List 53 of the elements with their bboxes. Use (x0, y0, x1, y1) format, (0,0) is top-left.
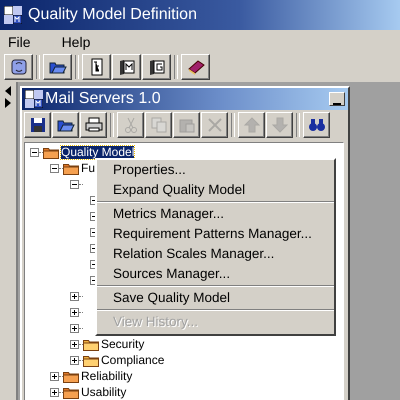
tree-item[interactable]: Quality Model (61, 146, 134, 158)
collapse-toggle[interactable] (70, 180, 79, 188)
expand-toggle[interactable] (70, 292, 79, 300)
menu-item[interactable]: Relation Scales Manager... (97, 244, 334, 264)
folder-icon (63, 370, 79, 382)
menu-item[interactable]: Properties... (97, 160, 334, 180)
app-icon (4, 6, 22, 24)
toolbar-button[interactable] (52, 112, 79, 138)
toolbar-button[interactable] (303, 112, 330, 138)
toolbar-button[interactable] (43, 54, 72, 80)
tree-item[interactable]: Security (101, 338, 144, 350)
menu-item[interactable]: Save Quality Model (97, 288, 334, 308)
expand-toggle[interactable] (70, 356, 79, 364)
tree-item[interactable]: Usability (81, 386, 126, 398)
window-title: Quality Model Definition (28, 6, 197, 24)
toolbar-button[interactable] (82, 54, 111, 80)
folder-icon (43, 146, 59, 158)
menu-bar-item[interactable]: File (0, 34, 42, 50)
expand-toggle[interactable] (70, 308, 79, 316)
copy-icon (148, 115, 168, 135)
folder-icon (83, 354, 99, 366)
toolbar-button[interactable] (80, 112, 107, 138)
toolbar-button[interactable] (4, 54, 33, 80)
menu-item[interactable]: Requirement Patterns Manager... (97, 224, 334, 244)
toolbar-button[interactable] (142, 54, 171, 80)
document-title: Mail Servers 1.0 (45, 90, 162, 108)
minimize-button[interactable] (329, 92, 345, 106)
menu-item[interactable]: Expand Quality Model (97, 180, 334, 200)
toolbar-button[interactable] (181, 54, 210, 80)
expand-toggle[interactable] (50, 372, 59, 380)
minimize-icon (333, 103, 341, 105)
tree-item[interactable]: Fu (81, 162, 96, 174)
tree-item[interactable]: Reliability (81, 370, 132, 382)
refresh-icon (8, 57, 28, 77)
collapse-toggle[interactable] (30, 148, 39, 156)
tree-item[interactable]: Compliance (101, 354, 164, 366)
toolbar-button[interactable] (24, 112, 51, 138)
folder-icon (63, 162, 79, 174)
right-arrow-icon[interactable] (5, 98, 11, 108)
app-icon (25, 90, 43, 108)
menu-item[interactable]: Sources Manager... (97, 264, 334, 284)
folder-icon (63, 386, 79, 398)
expand-toggle[interactable] (70, 324, 79, 332)
folder-icon (83, 338, 99, 350)
expand-toggle[interactable] (70, 340, 79, 348)
menu-bar-item[interactable]: Help (54, 34, 102, 50)
collapse-toggle[interactable] (50, 164, 59, 172)
expand-toggle[interactable] (50, 388, 59, 396)
down-arrow-icon (270, 115, 290, 135)
up-arrow-icon (242, 115, 262, 135)
menu-item[interactable]: Metrics Manager... (97, 204, 334, 224)
toolbar-button[interactable] (112, 54, 141, 80)
left-arrow-icon[interactable] (5, 86, 11, 96)
